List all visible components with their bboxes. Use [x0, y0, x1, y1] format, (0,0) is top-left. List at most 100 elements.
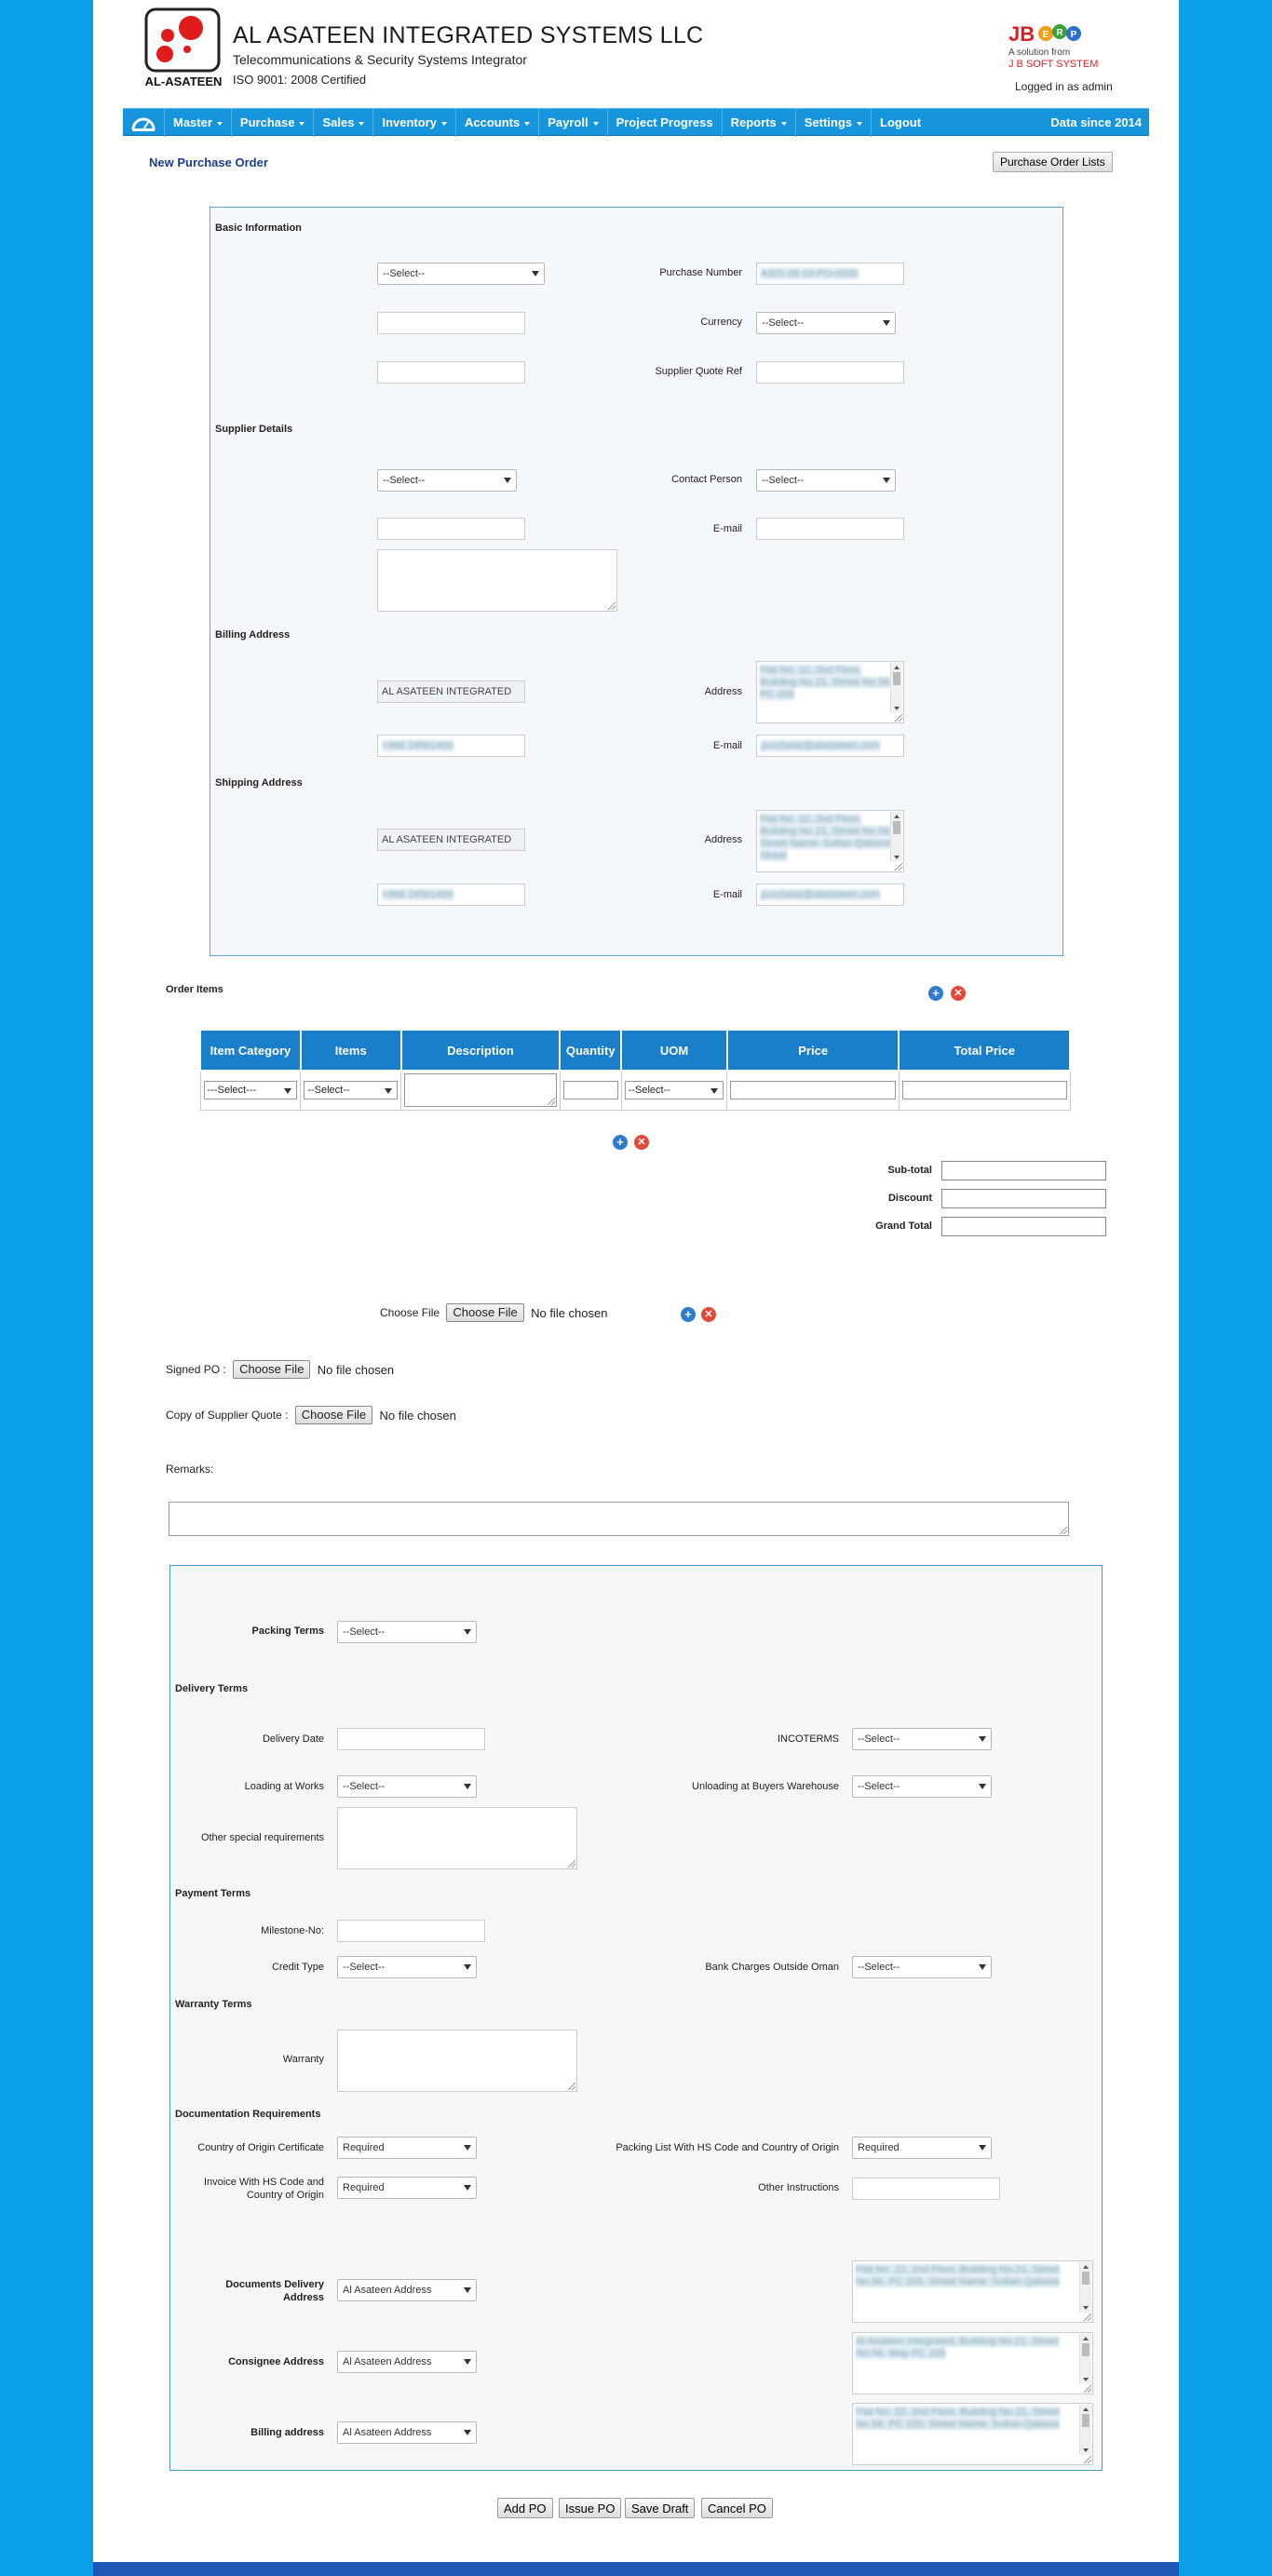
- description-textarea[interactable]: [404, 1073, 557, 1108]
- date-input[interactable]: [377, 312, 525, 334]
- shipping-contact-number-input[interactable]: +968 24561400: [377, 883, 525, 906]
- remove-file-icon[interactable]: ✕: [701, 1307, 716, 1322]
- quantity-input[interactable]: [562, 1081, 618, 1100]
- discount-input[interactable]: [941, 1189, 1106, 1208]
- documents-delivery-select[interactable]: Al Asateen Address: [337, 2279, 477, 2301]
- nav-item-payroll[interactable]: Payroll: [538, 109, 606, 137]
- page-container: AL-ASATEEN AL ASATEEN INTEGRATED SYSTEMS…: [93, 0, 1179, 2576]
- billing-email-input[interactable]: purchase@alasateen.com: [756, 735, 904, 757]
- add-po-button[interactable]: Add PO: [497, 2498, 553, 2518]
- nav-item-purchase[interactable]: Purchase: [230, 109, 314, 137]
- consignee-address-label: Consignee Address: [228, 2356, 324, 2367]
- sales-order-select[interactable]: --Select--: [377, 263, 545, 285]
- billing-address-textarea[interactable]: Flat No. 22, 2nd Floor, Building No.21, …: [756, 661, 904, 723]
- caret-down-icon: [299, 121, 305, 126]
- section-warranty-terms: Warranty Terms: [175, 1999, 252, 2010]
- nav-item-label: Payroll: [548, 115, 589, 129]
- signed-po-file-button[interactable]: Choose File: [233, 1360, 311, 1379]
- currency-factor-input[interactable]: [377, 361, 525, 384]
- page-title: New Purchase Order: [149, 155, 268, 169]
- billing-address-terms-label: Billing address: [250, 2427, 324, 2438]
- nav-item-label: Settings: [804, 115, 853, 129]
- item-category-select[interactable]: ---Select---: [203, 1081, 298, 1100]
- nav-item-sales[interactable]: Sales: [313, 109, 372, 137]
- documents-delivery-textarea[interactable]: Flat No. 22, 2nd Floor, Building No.21, …: [852, 2260, 1093, 2323]
- unloading-select[interactable]: --Select--: [852, 1775, 992, 1798]
- supplier-email-input[interactable]: [756, 518, 904, 540]
- origin-certificate-select[interactable]: Required: [337, 2137, 477, 2159]
- milestone-input[interactable]: [337, 1920, 485, 1942]
- shipping-address-textarea[interactable]: Flat No. 22, 2nd Floor, Building No.21, …: [756, 810, 904, 872]
- milestone-label: Milestone-No:: [261, 1925, 324, 1936]
- currency-select[interactable]: --Select--: [756, 312, 896, 334]
- billing-address-terms-textarea[interactable]: Flat No. 22, 2nd Floor, Building No.21, …: [852, 2403, 1093, 2465]
- bank-charges-select[interactable]: --Select--: [852, 1956, 992, 1978]
- choose-file-button[interactable]: Choose File: [446, 1303, 524, 1322]
- uom-select[interactable]: --Select--: [624, 1081, 724, 1100]
- packing-list-select[interactable]: Required: [852, 2137, 992, 2159]
- main-navigation: Master Purchase Sales Inventory Accounts Payr…: [123, 108, 1149, 137]
- add-item-icon[interactable]: +: [613, 1135, 628, 1150]
- nav-item-master[interactable]: Master: [164, 109, 231, 137]
- remove-row-icon[interactable]: ✕: [951, 986, 966, 1001]
- supplier-name-select[interactable]: --Select--: [377, 469, 517, 492]
- supplier-quote-file-button[interactable]: Choose File: [294, 1406, 373, 1424]
- subtotal-input[interactable]: [941, 1161, 1106, 1180]
- remarks-textarea[interactable]: [169, 1502, 1069, 1536]
- save-draft-button[interactable]: Save Draft: [625, 2498, 696, 2518]
- logged-in-status: Logged in as admin: [1015, 80, 1113, 93]
- add-row-icon[interactable]: +: [928, 986, 943, 1001]
- packing-terms-select[interactable]: --Select--: [337, 1621, 477, 1643]
- section-delivery-terms: Delivery Terms: [175, 1683, 249, 1694]
- nav-item-settings[interactable]: Settings: [794, 109, 871, 137]
- issue-po-button[interactable]: Issue PO: [559, 2498, 622, 2518]
- nav-item-inventory[interactable]: Inventory: [372, 109, 455, 137]
- grand-total-input[interactable]: [941, 1217, 1106, 1236]
- company-logo: AL-ASATEEN: [142, 7, 224, 89]
- items-select[interactable]: --Select--: [304, 1081, 399, 1100]
- cancel-po-button[interactable]: Cancel PO: [701, 2498, 773, 2518]
- company-name: AL ASATEEN INTEGRATED SYSTEMS LLC: [233, 22, 704, 48]
- nav-item-label: Accounts: [464, 115, 521, 129]
- credit-type-select[interactable]: --Select--: [337, 1956, 477, 1978]
- warranty-textarea[interactable]: [337, 2030, 577, 2092]
- svg-text:J B SOFT SYSTEM: J B SOFT SYSTEM: [1008, 59, 1098, 70]
- supplier-contact-number-input[interactable]: [377, 518, 525, 540]
- nav-item-project-progress[interactable]: Project Progress: [606, 109, 722, 137]
- special-requirements-textarea[interactable]: [337, 1807, 577, 1869]
- delivery-date-input[interactable]: [337, 1728, 485, 1750]
- consignee-address-select[interactable]: Al Asateen Address: [337, 2351, 477, 2373]
- incoterms-select[interactable]: --Select--: [852, 1728, 992, 1750]
- billing-address-label: Address: [704, 686, 742, 697]
- nav-item-accounts[interactable]: Accounts: [454, 109, 538, 137]
- purchase-number-input[interactable]: ASIS-26-10-PO-0000: [756, 263, 904, 285]
- price-input[interactable]: [730, 1081, 896, 1100]
- other-instructions-input[interactable]: [852, 2178, 1000, 2200]
- add-file-icon[interactable]: +: [681, 1307, 696, 1322]
- supplier-address-textarea[interactable]: [377, 549, 617, 612]
- signed-po-label: Signed PO :: [166, 1363, 226, 1376]
- nav-item-reports[interactable]: Reports: [721, 109, 795, 137]
- billing-address-terms-select[interactable]: Al Asateen Address: [337, 2421, 477, 2444]
- supplier-quote-ref-label: Supplier Quote Ref: [655, 366, 742, 377]
- loading-at-works-select[interactable]: --Select--: [337, 1775, 477, 1798]
- remove-item-icon[interactable]: ✕: [634, 1135, 649, 1150]
- caret-down-icon: [524, 121, 531, 126]
- purchase-order-lists-button[interactable]: Purchase Order Lists: [993, 152, 1113, 172]
- supplier-contact-person-select[interactable]: --Select--: [756, 469, 896, 492]
- nav-item-logout[interactable]: Logout: [871, 109, 929, 137]
- packing-list-label: Packing List With HS Code and Country of…: [616, 2142, 839, 2153]
- billing-contact-person-input[interactable]: AL ASATEEN INTEGRATED: [377, 681, 525, 703]
- shipping-email-input[interactable]: purchase@alasateen.com: [756, 883, 904, 906]
- dashboard-icon[interactable]: [130, 114, 156, 132]
- shipping-contact-person-input[interactable]: AL ASATEEN INTEGRATED: [377, 829, 525, 851]
- invoice-hs-select[interactable]: Required: [337, 2177, 477, 2199]
- column-header-uom: UOM: [620, 1029, 728, 1072]
- consignee-address-textarea[interactable]: Al Asateen Integrated, Building No.21, S…: [852, 2332, 1093, 2394]
- supplier-quote-ref-input[interactable]: [756, 361, 904, 384]
- purchase-number-label: Purchase Number: [659, 267, 742, 278]
- total-price-input[interactable]: [901, 1081, 1067, 1100]
- billing-contact-number-input[interactable]: +968 24561400: [377, 735, 525, 757]
- svg-text:A solution from: A solution from: [1008, 47, 1070, 58]
- section-shipping-address: Shipping Address: [215, 777, 303, 789]
